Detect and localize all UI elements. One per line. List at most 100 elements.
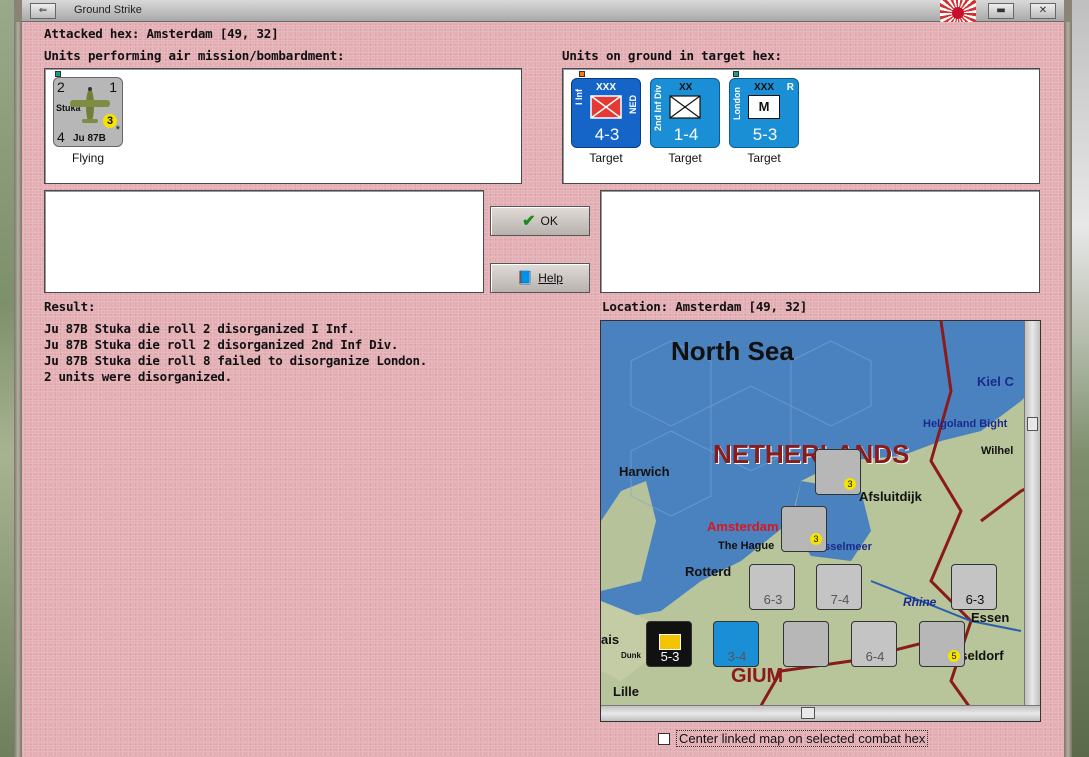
ground-unit-london[interactable]: London XXX R M 5-3	[729, 78, 799, 148]
unit-status-marker	[579, 71, 585, 77]
ground-unit-name: London	[732, 87, 742, 120]
air-unit-bottom-left: 4	[57, 129, 65, 145]
center-linked-map-checkbox[interactable]	[658, 733, 670, 745]
map-ground-counter[interactable]: 5-3	[646, 621, 692, 667]
map-air-counter[interactable]: 3	[815, 449, 861, 495]
map-label-dunk: Dunk	[621, 651, 641, 660]
counter-strength: 3-4	[727, 649, 747, 664]
counter-strength: 6-3	[965, 592, 985, 607]
ok-button-label: OK	[540, 214, 558, 228]
map-label-rotterdam: Rotterd	[685, 564, 732, 579]
result-line: Ju 87B Stuka die roll 2 disorganized 2nd…	[44, 337, 399, 352]
ground-unit-i-inf[interactable]: I Inf XXX NED 4-3	[571, 78, 641, 148]
map-label-wilhel: Wilhel	[981, 445, 1014, 457]
map-label-harwich: Harwich	[619, 464, 670, 479]
map-ground-counter[interactable]: 6-4	[851, 621, 897, 667]
ground-unit-symbol: M	[758, 99, 770, 114]
infantry-icon	[590, 95, 622, 119]
ground-unit-strength: 1-4	[673, 125, 699, 144]
map-label-country: NETHERLANDS	[713, 439, 910, 469]
map-air-counter[interactable]: 5	[919, 621, 965, 667]
map-ground-counter[interactable]: 6-3	[749, 564, 795, 610]
ground-unit-status: Target	[589, 151, 623, 165]
minimize-button[interactable]: ▬	[988, 3, 1014, 19]
background-map-left	[0, 0, 14, 757]
counter-strength: 7-4	[830, 592, 850, 607]
air-unit-status: Flying	[71, 151, 104, 165]
result-line: Ju 87B Stuka die roll 2 disorganized I I…	[44, 321, 355, 336]
ground-unit-status: Target	[747, 151, 781, 165]
ground-unit-nation: NED	[628, 95, 638, 115]
ground-unit-size: XX	[679, 82, 693, 93]
attacked-hex-label: Attacked hex: Amsterdam [49, 32]	[44, 26, 279, 41]
map-label-kiel: Kiel C	[977, 374, 1014, 389]
system-menu-icon[interactable]: ⇐	[30, 3, 56, 19]
ground-unit-strength: 5-3	[752, 125, 778, 144]
unit-status-marker	[733, 71, 739, 77]
map-label-rhine: Rhine	[903, 595, 937, 609]
nation-flag-icon	[940, 0, 976, 22]
ok-button[interactable]: ✔ OK	[490, 206, 590, 236]
air-unit-stuka[interactable]: 2 1 Stuka 3 4 Ju 87B *	[53, 77, 123, 147]
ground-strike-dialog: ⇐ Ground Strike ▬ ✕ Attacked hex: Amster…	[14, 0, 1072, 757]
map-label-lille: Lille	[613, 684, 640, 699]
ground-units-panel: I Inf XXX NED 4-3 Target 2nd Inf Div XX …	[562, 68, 1040, 184]
air-unit-star: *	[115, 124, 120, 136]
counter-strength: 5-3	[660, 649, 680, 664]
close-button[interactable]: ✕	[1030, 3, 1056, 19]
map-label-helgoland: Helgoland Bight	[923, 418, 1008, 430]
scroll-thumb[interactable]	[801, 707, 815, 719]
title-bar[interactable]: ⇐ Ground Strike ▬ ✕	[22, 0, 1064, 22]
background-map-right	[1069, 0, 1089, 757]
map-vertical-scrollbar[interactable]	[1024, 321, 1040, 707]
window-title: Ground Strike	[74, 4, 142, 16]
ground-unit-status: Target	[668, 151, 702, 165]
ground-unit-strength: 4-3	[594, 125, 620, 144]
result-line: Ju 87B Stuka die roll 8 failed to disorg…	[44, 353, 427, 368]
scroll-thumb[interactable]	[1027, 417, 1038, 431]
map-label-belgium: GIUM	[731, 665, 784, 687]
badge-icon: 3	[810, 533, 822, 545]
checkmark-icon: ✔	[522, 213, 536, 230]
badge-icon: 3	[844, 478, 856, 490]
map-ground-counter[interactable]: 6-3	[951, 564, 997, 610]
ground-unit-nation: R	[786, 82, 794, 93]
location-label: Location: Amsterdam [49, 32]	[602, 299, 808, 314]
location-minimap[interactable]: North Sea NETHERLANDS Harwich Amsterdam …	[600, 320, 1041, 722]
window-frame-left	[14, 22, 22, 757]
map-ground-counter[interactable]: 3-4	[713, 621, 759, 667]
air-unit-top-left: 2	[57, 79, 65, 95]
air-unit-type: Ju 87B	[73, 133, 106, 144]
air-units-panel: 2 1 Stuka 3 4 Ju 87B * Flying	[44, 68, 522, 184]
ground-details-panel	[600, 190, 1040, 293]
map-ground-counter[interactable]: 7-4	[816, 564, 862, 610]
help-button-label: Help	[538, 271, 563, 285]
infantry-icon	[669, 95, 701, 119]
map-horizontal-scrollbar[interactable]	[601, 705, 1040, 721]
map-label-afsluitdijk: Afsluitdijk	[859, 489, 922, 504]
center-linked-map-label[interactable]: Center linked map on selected combat hex	[676, 730, 929, 747]
window-frame-right	[1064, 22, 1072, 757]
ground-unit-2nd-inf-div[interactable]: 2nd Inf Div XX 1-4	[650, 78, 720, 148]
motorized-icon: M	[748, 95, 780, 119]
help-button[interactable]: 📘 Help	[490, 263, 590, 293]
infantry-icon	[659, 634, 681, 650]
map-label-essen: Essen	[971, 610, 1010, 625]
help-book-icon: 📘	[517, 270, 534, 285]
map-label-amsterdam: Amsterdam	[707, 519, 779, 534]
result-label: Result:	[44, 299, 96, 314]
counter-strength: 6-4	[865, 649, 885, 664]
map-air-counter[interactable]	[783, 621, 829, 667]
ground-unit-size: XXX	[754, 82, 775, 93]
map-label-hague: The Hague	[718, 540, 775, 552]
result-line: 2 units were disorganized.	[44, 369, 232, 384]
ground-unit-size: XXX	[596, 82, 617, 93]
ground-units-label: Units on ground in target hex:	[562, 48, 782, 63]
map-air-counter[interactable]: 3	[781, 506, 827, 552]
map-label-ais: ais	[601, 632, 620, 647]
air-details-panel	[44, 190, 484, 293]
air-units-label: Units performing air mission/bombardment…	[44, 48, 345, 63]
counter-strength: 6-3	[763, 592, 783, 607]
badge-icon: 5	[948, 650, 960, 662]
ground-unit-name: I Inf	[574, 89, 584, 105]
